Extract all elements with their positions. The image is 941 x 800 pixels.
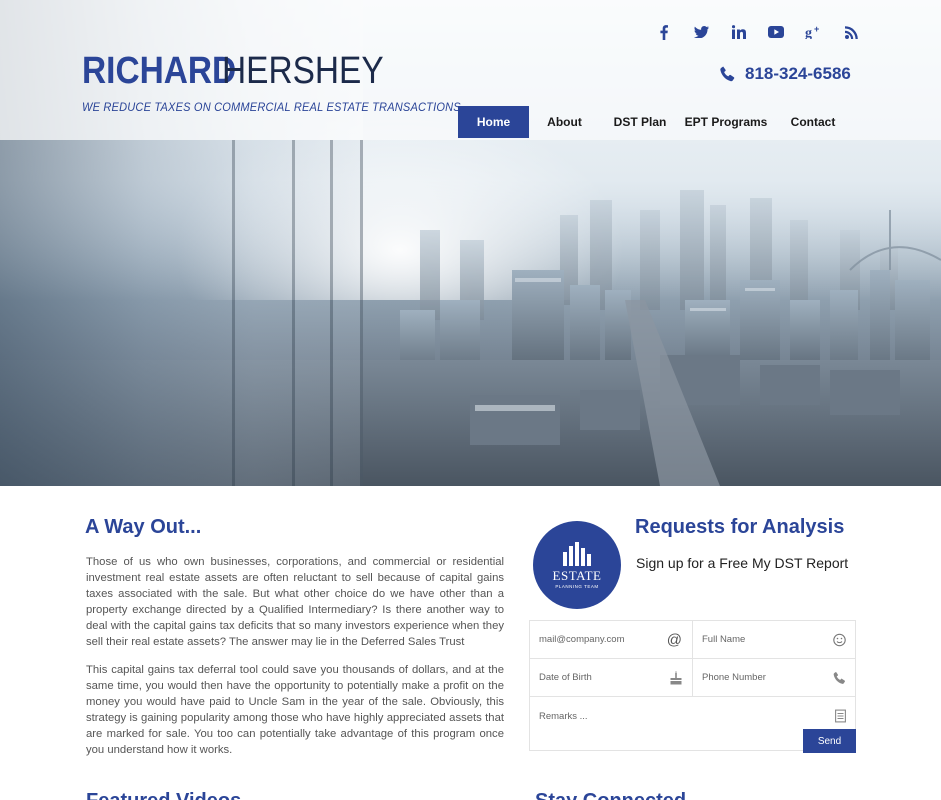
logo-subtitle: PLANNING TEAM <box>555 583 599 589</box>
phone-placeholder: Phone Number <box>702 672 766 683</box>
phone-number: 818-324-6586 <box>745 64 851 83</box>
brand-tagline: WE REDUCE TAXES ON COMMERCIAL REAL ESTAT… <box>82 100 461 114</box>
email-field[interactable]: mail@company.com @ <box>530 621 692 659</box>
date-of-birth-field[interactable]: Date of Birth <box>530 659 692 697</box>
email-placeholder: mail@company.com <box>539 634 625 645</box>
request-subtitle: Sign up for a Free My DST Report <box>636 555 849 571</box>
phone-number-field[interactable]: Phone Number <box>693 659 856 697</box>
brand-first-name: RICHARD <box>82 50 237 92</box>
nav-contact[interactable]: Contact <box>772 106 854 138</box>
send-button[interactable]: Send <box>803 729 856 753</box>
linkedin-icon[interactable] <box>720 22 758 42</box>
social-links: g + <box>645 22 870 42</box>
full-name-field[interactable]: Full Name <box>693 621 856 659</box>
nav-ept-programs[interactable]: EPT Programs <box>680 106 772 138</box>
rss-icon[interactable] <box>833 22 871 42</box>
nav-home[interactable]: Home <box>458 106 529 138</box>
logo-word: ESTATE <box>552 567 602 583</box>
estate-planning-logo: ESTATE PLANNING TEAM <box>533 521 621 609</box>
cake-icon <box>670 670 682 685</box>
smiley-icon <box>833 633 846 646</box>
intro-paragraph-2: This capital gains tax deferral tool cou… <box>86 664 504 756</box>
site-logo[interactable]: RICHARD HERSHEY <box>82 50 384 93</box>
stay-connected-title: Stay Connected <box>535 790 686 800</box>
header-phone[interactable]: 818-324-6586 <box>720 64 851 84</box>
request-title: Requests for Analysis <box>635 516 845 538</box>
twitter-icon[interactable] <box>683 22 721 42</box>
phone-icon <box>720 66 735 82</box>
google-plus-icon[interactable]: g + <box>795 22 833 42</box>
brand-last-name: HERSHEY <box>222 50 384 92</box>
youtube-icon[interactable] <box>758 22 796 42</box>
intro-title: A Way Out... <box>85 516 202 538</box>
remarks-placeholder: Remarks ... <box>539 710 588 722</box>
phone-icon <box>833 671 846 684</box>
svg-text:g: g <box>805 26 812 39</box>
dob-placeholder: Date of Birth <box>539 672 592 683</box>
building-bars-icon <box>563 541 591 566</box>
featured-videos-title: Featured Videos <box>86 790 241 800</box>
intro-paragraph-1: Those of us who own businesses, corporat… <box>86 556 504 648</box>
at-icon: @ <box>666 631 682 648</box>
svg-text:+: + <box>814 25 819 34</box>
document-icon <box>835 709 846 723</box>
main-nav: Home About DST Plan EPT Programs Contact <box>458 106 854 138</box>
nav-dst-plan[interactable]: DST Plan <box>600 106 680 138</box>
name-placeholder: Full Name <box>702 634 746 645</box>
facebook-icon[interactable] <box>645 22 683 42</box>
nav-about[interactable]: About <box>529 106 600 138</box>
